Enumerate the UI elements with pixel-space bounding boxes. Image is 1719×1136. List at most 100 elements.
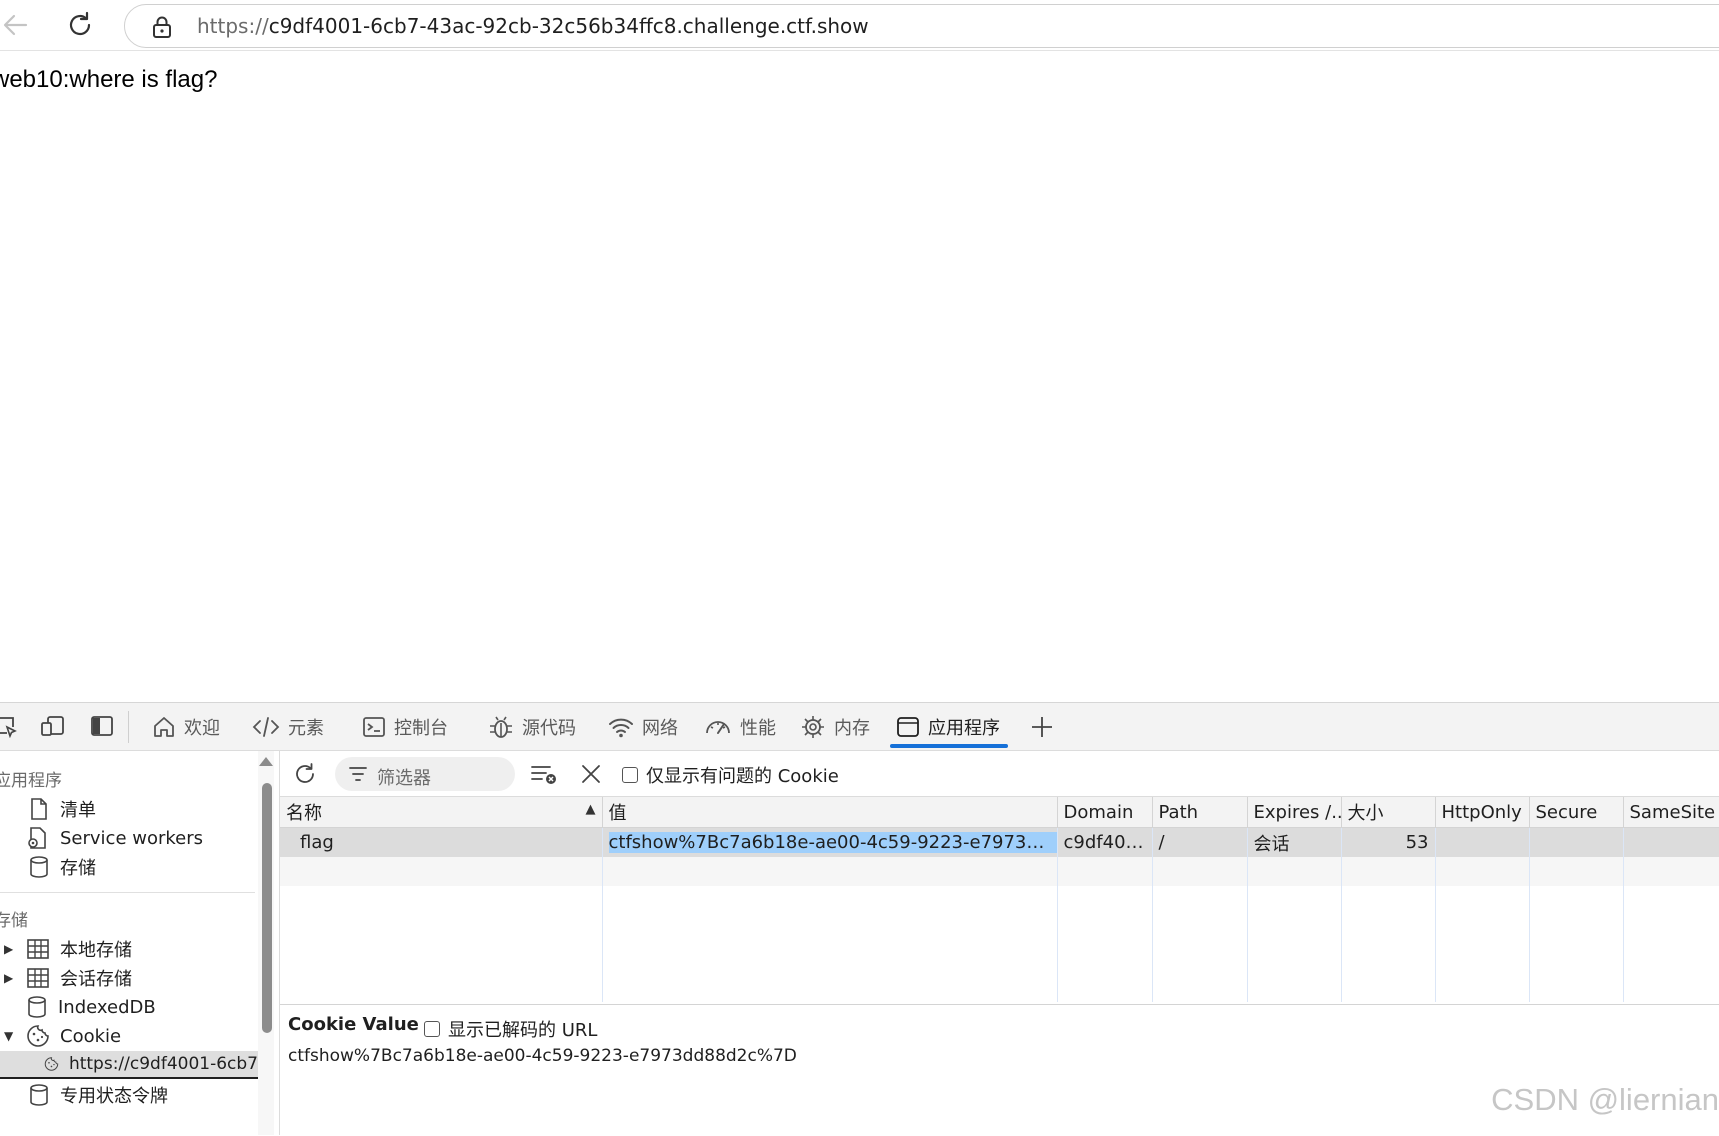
browser-toolbar: https://c9df4001-6cb7-43ac-92cb-32c56b34… xyxy=(0,0,1719,51)
column-header-expires[interactable]: Expires /... xyxy=(1247,797,1342,828)
collapse-arrow-icon[interactable]: ▼ xyxy=(4,1029,16,1043)
tab-application[interactable]: 应用程序 xyxy=(890,703,1008,750)
column-header-name[interactable]: 名称 ▲ xyxy=(280,797,603,828)
tab-welcome[interactable]: 欢迎 xyxy=(152,703,220,750)
arrow-left-icon xyxy=(3,14,28,36)
sidebar-item-cookie[interactable]: ▼ Cookie xyxy=(4,1022,121,1050)
show-decoded-url-checkbox[interactable]: 显示已解码的 URL xyxy=(424,1016,597,1042)
sidebar-item-trust-tokens[interactable]: 专用状态令牌 xyxy=(28,1081,168,1109)
tab-performance[interactable]: 性能 xyxy=(704,703,776,750)
url-host: c9df4001-6cb7-43ac-92cb-32c56b34ffc8.cha… xyxy=(268,14,869,38)
expand-arrow-icon[interactable]: ▶ xyxy=(4,942,16,956)
lock-icon[interactable] xyxy=(151,15,173,39)
document-icon xyxy=(31,798,47,820)
column-header-size[interactable]: 大小 xyxy=(1341,797,1436,828)
filter-placeholder: 筛选器 xyxy=(377,768,431,789)
tab-label: 欢迎 xyxy=(184,717,220,739)
sidebar-item-local-storage[interactable]: ▶ 本地存储 xyxy=(4,935,132,963)
scroll-up-arrow-icon[interactable] xyxy=(259,757,273,766)
clear-filtered-button[interactable] xyxy=(530,762,558,786)
inspect-icon[interactable] xyxy=(0,714,18,738)
reload-button[interactable] xyxy=(64,9,96,41)
column-header-path[interactable]: Path xyxy=(1152,797,1248,828)
tab-separator xyxy=(128,711,129,743)
tab-sources[interactable]: 源代码 xyxy=(488,703,576,750)
cell-expires[interactable]: 会话 xyxy=(1247,827,1342,857)
tab-network[interactable]: 网络 xyxy=(608,703,678,750)
sidebar-item-label: 专用状态令牌 xyxy=(60,1086,168,1107)
home-icon xyxy=(154,716,174,737)
cookie-panel: 筛选器 仅显示有问题的 Cookie 名称 ▲ 值 Domain Path Ex… xyxy=(280,751,1719,1135)
cell-samesite[interactable] xyxy=(1623,827,1719,857)
cell-value[interactable]: ctfshow%7Bc7a6b18e-ae00-4c59-9223-e7973d… xyxy=(602,827,1058,857)
sidebar-item-label: 本地存储 xyxy=(60,940,132,961)
app-window-icon xyxy=(897,716,919,737)
sidebar-item-label: 清单 xyxy=(60,800,96,821)
sidebar-item-storage[interactable]: 存储 xyxy=(28,853,96,881)
grid-table-icon xyxy=(27,939,49,959)
sidebar-item-label: https://c9df4001-6cb7 xyxy=(68,1054,258,1074)
tab-console[interactable]: 控制台 xyxy=(362,703,448,750)
cell-secure[interactable] xyxy=(1529,827,1624,857)
column-header-secure[interactable]: Secure xyxy=(1529,797,1624,828)
sort-ascending-icon: ▲ xyxy=(585,802,596,817)
sidebar-heading-app: 应用程序 xyxy=(0,771,62,791)
tab-label: 源代码 xyxy=(522,717,576,739)
checkbox-box[interactable] xyxy=(622,767,638,783)
sidebar-item-session-storage[interactable]: ▶ 会话存储 xyxy=(4,964,132,992)
sidebar-item-label: 会话存储 xyxy=(60,969,132,990)
sidebar-item-label: Cookie xyxy=(60,1025,122,1047)
sidebar-scrollbar-thumb[interactable] xyxy=(262,783,272,1033)
tab-elements[interactable]: 元素 xyxy=(252,703,324,750)
cookie-toolbar: 筛选器 仅显示有问题的 Cookie xyxy=(280,751,1719,797)
cookie-value-text[interactable]: ctfshow%7Bc7a6b18e-ae00-4c59-9223-e7973d… xyxy=(288,1046,797,1066)
add-tab-button[interactable] xyxy=(1030,715,1054,739)
reload-icon xyxy=(69,11,91,36)
dock-side-icon[interactable] xyxy=(90,714,114,738)
plus-icon xyxy=(1032,717,1052,737)
devtools-tab-bar: 欢迎 元素 控制台 源代码 网络 性能 内存 应用程序 xyxy=(0,703,1719,751)
database-icon xyxy=(30,856,48,878)
table-filler xyxy=(280,886,1719,1002)
url-text[interactable]: https://c9df4001-6cb7-43ac-92cb-32c56b34… xyxy=(197,14,869,38)
sidebar-item-label: 存储 xyxy=(60,858,96,879)
filter-input[interactable]: 筛选器 xyxy=(335,757,515,791)
tab-label: 元素 xyxy=(288,717,324,739)
refresh-button[interactable] xyxy=(292,761,318,787)
reload-icon xyxy=(296,763,314,783)
cookie-icon xyxy=(27,1025,49,1047)
code-icon xyxy=(252,716,280,737)
cell-domain[interactable]: c9df400... xyxy=(1057,827,1153,857)
column-header-domain[interactable]: Domain xyxy=(1057,797,1153,828)
column-header-samesite[interactable]: SameSite xyxy=(1623,797,1719,828)
cell-size[interactable]: 53 xyxy=(1341,827,1436,857)
cell-path[interactable]: / xyxy=(1152,827,1248,857)
database-icon xyxy=(28,996,46,1018)
column-header-httponly[interactable]: HttpOnly xyxy=(1435,797,1530,828)
tab-label: 性能 xyxy=(740,717,776,739)
sidebar-item-manifest[interactable]: 清单 xyxy=(28,795,96,823)
tab-memory[interactable]: 内存 xyxy=(800,703,870,750)
column-header-value[interactable]: 值 xyxy=(602,797,1058,828)
cookie-table: 名称 ▲ 值 Domain Path Expires /... 大小 HttpOn… xyxy=(280,797,1719,1002)
table-row[interactable]: flag ctfshow%7Bc7a6b18e-ae00-4c59-9223-e… xyxy=(280,827,1719,857)
tab-label: 网络 xyxy=(642,717,678,739)
service-worker-icon xyxy=(28,827,46,849)
only-issues-checkbox[interactable]: 仅显示有问题的 Cookie xyxy=(622,762,839,788)
close-icon xyxy=(582,765,600,783)
address-bar[interactable]: https://c9df4001-6cb7-43ac-92cb-32c56b34… xyxy=(124,4,1719,48)
checkbox-box[interactable] xyxy=(424,1021,440,1037)
sidebar-item-cookie-origin[interactable]: https://c9df4001-6cb7 xyxy=(0,1051,258,1079)
sidebar-item-service-workers[interactable]: Service workers xyxy=(26,824,203,852)
tab-label: 应用程序 xyxy=(928,717,1000,739)
cell-name[interactable]: flag xyxy=(280,827,603,857)
cell-httponly[interactable] xyxy=(1435,827,1530,857)
back-button[interactable] xyxy=(0,10,30,40)
column-label: 名称 xyxy=(286,803,322,824)
delete-selected-button[interactable] xyxy=(580,763,602,785)
device-emulation-icon[interactable] xyxy=(40,714,64,738)
sidebar-item-indexeddb[interactable]: IndexedDB xyxy=(26,993,156,1021)
console-icon xyxy=(363,716,385,737)
expand-arrow-icon[interactable]: ▶ xyxy=(4,971,16,985)
database-icon xyxy=(30,1084,48,1106)
